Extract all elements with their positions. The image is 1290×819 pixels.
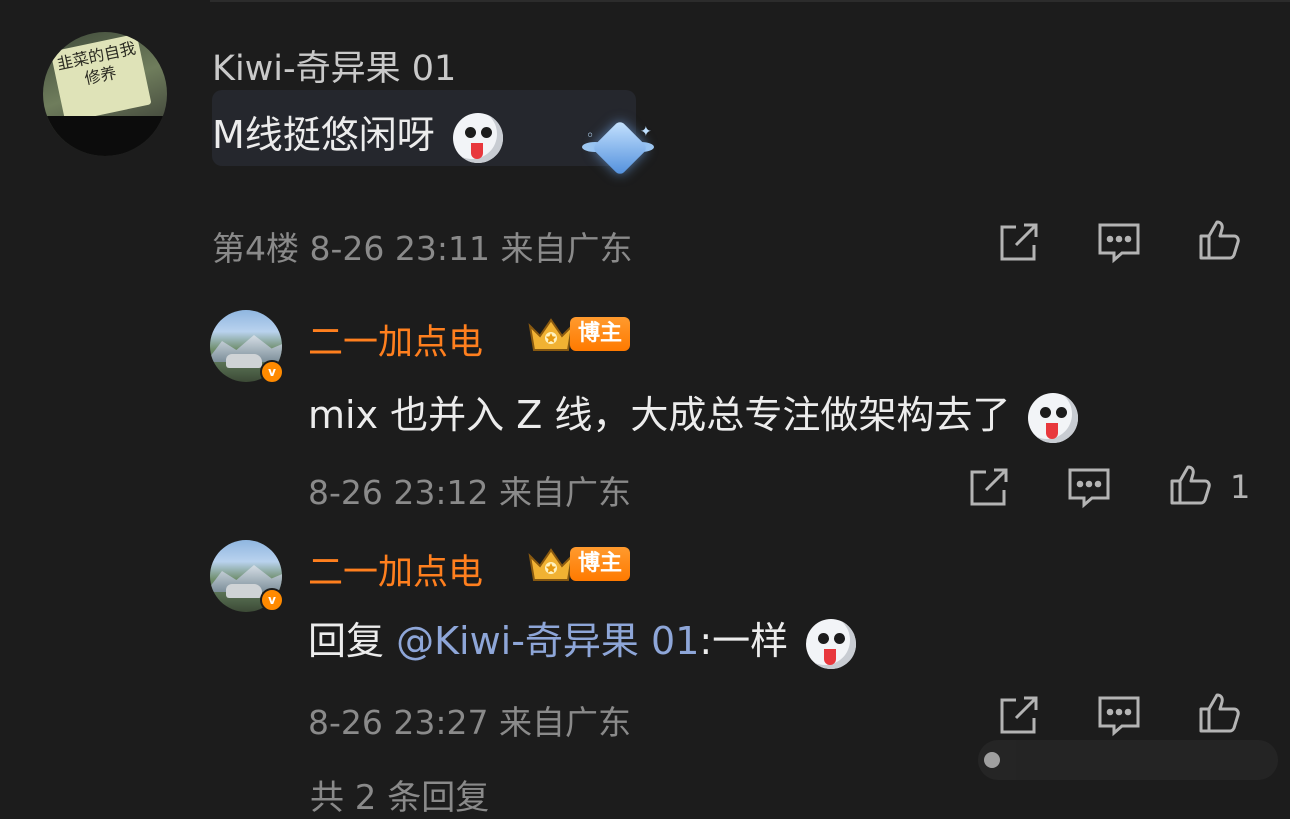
blogger-badge-label: 博主 (570, 317, 631, 351)
verified-icon: v (260, 360, 284, 384)
floor-number: 第4楼 (212, 229, 299, 268)
comment-body: M线挺悠闲呀 (212, 113, 435, 157)
reply-body: :一样 (699, 619, 789, 663)
reply-text: mix 也并入 Z 线，大成总专注做架构去了 (308, 384, 1079, 443)
comment-location: 来自广东 (500, 229, 633, 268)
reply-location: 来自广东 (499, 473, 631, 512)
reply-meta: 8-26 23:12 来自广东 (308, 466, 631, 514)
avatar-book-cover: 韭菜的自我修养 (50, 33, 152, 123)
share-icon[interactable] (996, 219, 1042, 265)
crown-icon (528, 318, 574, 351)
floating-toast (978, 740, 1278, 780)
reply-body: mix 也并入 Z 线，大成总专注做架构去了 (308, 393, 1011, 437)
more-replies-link[interactable]: 共 2 条回复 (310, 770, 489, 819)
comment-icon[interactable] (1096, 692, 1142, 738)
comment-time: 8-26 23:11 (309, 229, 491, 268)
verified-icon: v (260, 588, 284, 612)
comment-username[interactable]: Kiwi-奇异果 01 (212, 40, 456, 91)
avatar[interactable]: 韭菜的自我修养 (43, 32, 167, 156)
share-icon[interactable] (996, 692, 1042, 738)
sparkle-icon: ◦ (586, 128, 595, 144)
blogger-badge: 博主 (526, 546, 631, 582)
sparkle-icon: ✦ (640, 124, 652, 140)
crown-icon (528, 548, 574, 581)
reply-time: 8-26 23:12 (308, 473, 489, 512)
blogger-badge: 博主 (526, 316, 631, 352)
reply-prefix: 回复 (308, 619, 385, 663)
share-icon[interactable] (966, 464, 1012, 510)
reply-location: 来自广东 (499, 703, 631, 742)
reply-username[interactable]: 二一加点电 (308, 314, 483, 365)
like-icon[interactable] (1168, 461, 1214, 507)
husky-emoji-icon (1028, 392, 1079, 443)
comment-text: M线挺悠闲呀 (212, 104, 503, 163)
mention-link[interactable]: @Kiwi-奇异果 01 (396, 619, 699, 663)
reply-time: 8-26 23:27 (308, 703, 489, 742)
toast-dot-icon (984, 752, 1000, 768)
comment-meta: 第4楼 8-26 23:11 来自广东 (212, 222, 633, 270)
like-icon[interactable] (1197, 216, 1243, 262)
like-count: 1 (1230, 468, 1251, 506)
like-icon[interactable] (1197, 689, 1243, 735)
reply-username[interactable]: 二一加点电 (308, 544, 483, 595)
reply-meta: 8-26 23:27 来自广东 (308, 696, 631, 744)
reply-text: 回复 @Kiwi-奇异果 01:一样 (308, 610, 857, 669)
husky-emoji-icon (806, 618, 857, 669)
comment-icon[interactable] (1066, 464, 1112, 510)
blogger-badge-label: 博主 (570, 547, 631, 581)
top-divider (210, 0, 1290, 2)
husky-emoji-icon (452, 112, 503, 163)
comment-icon[interactable] (1096, 219, 1142, 265)
